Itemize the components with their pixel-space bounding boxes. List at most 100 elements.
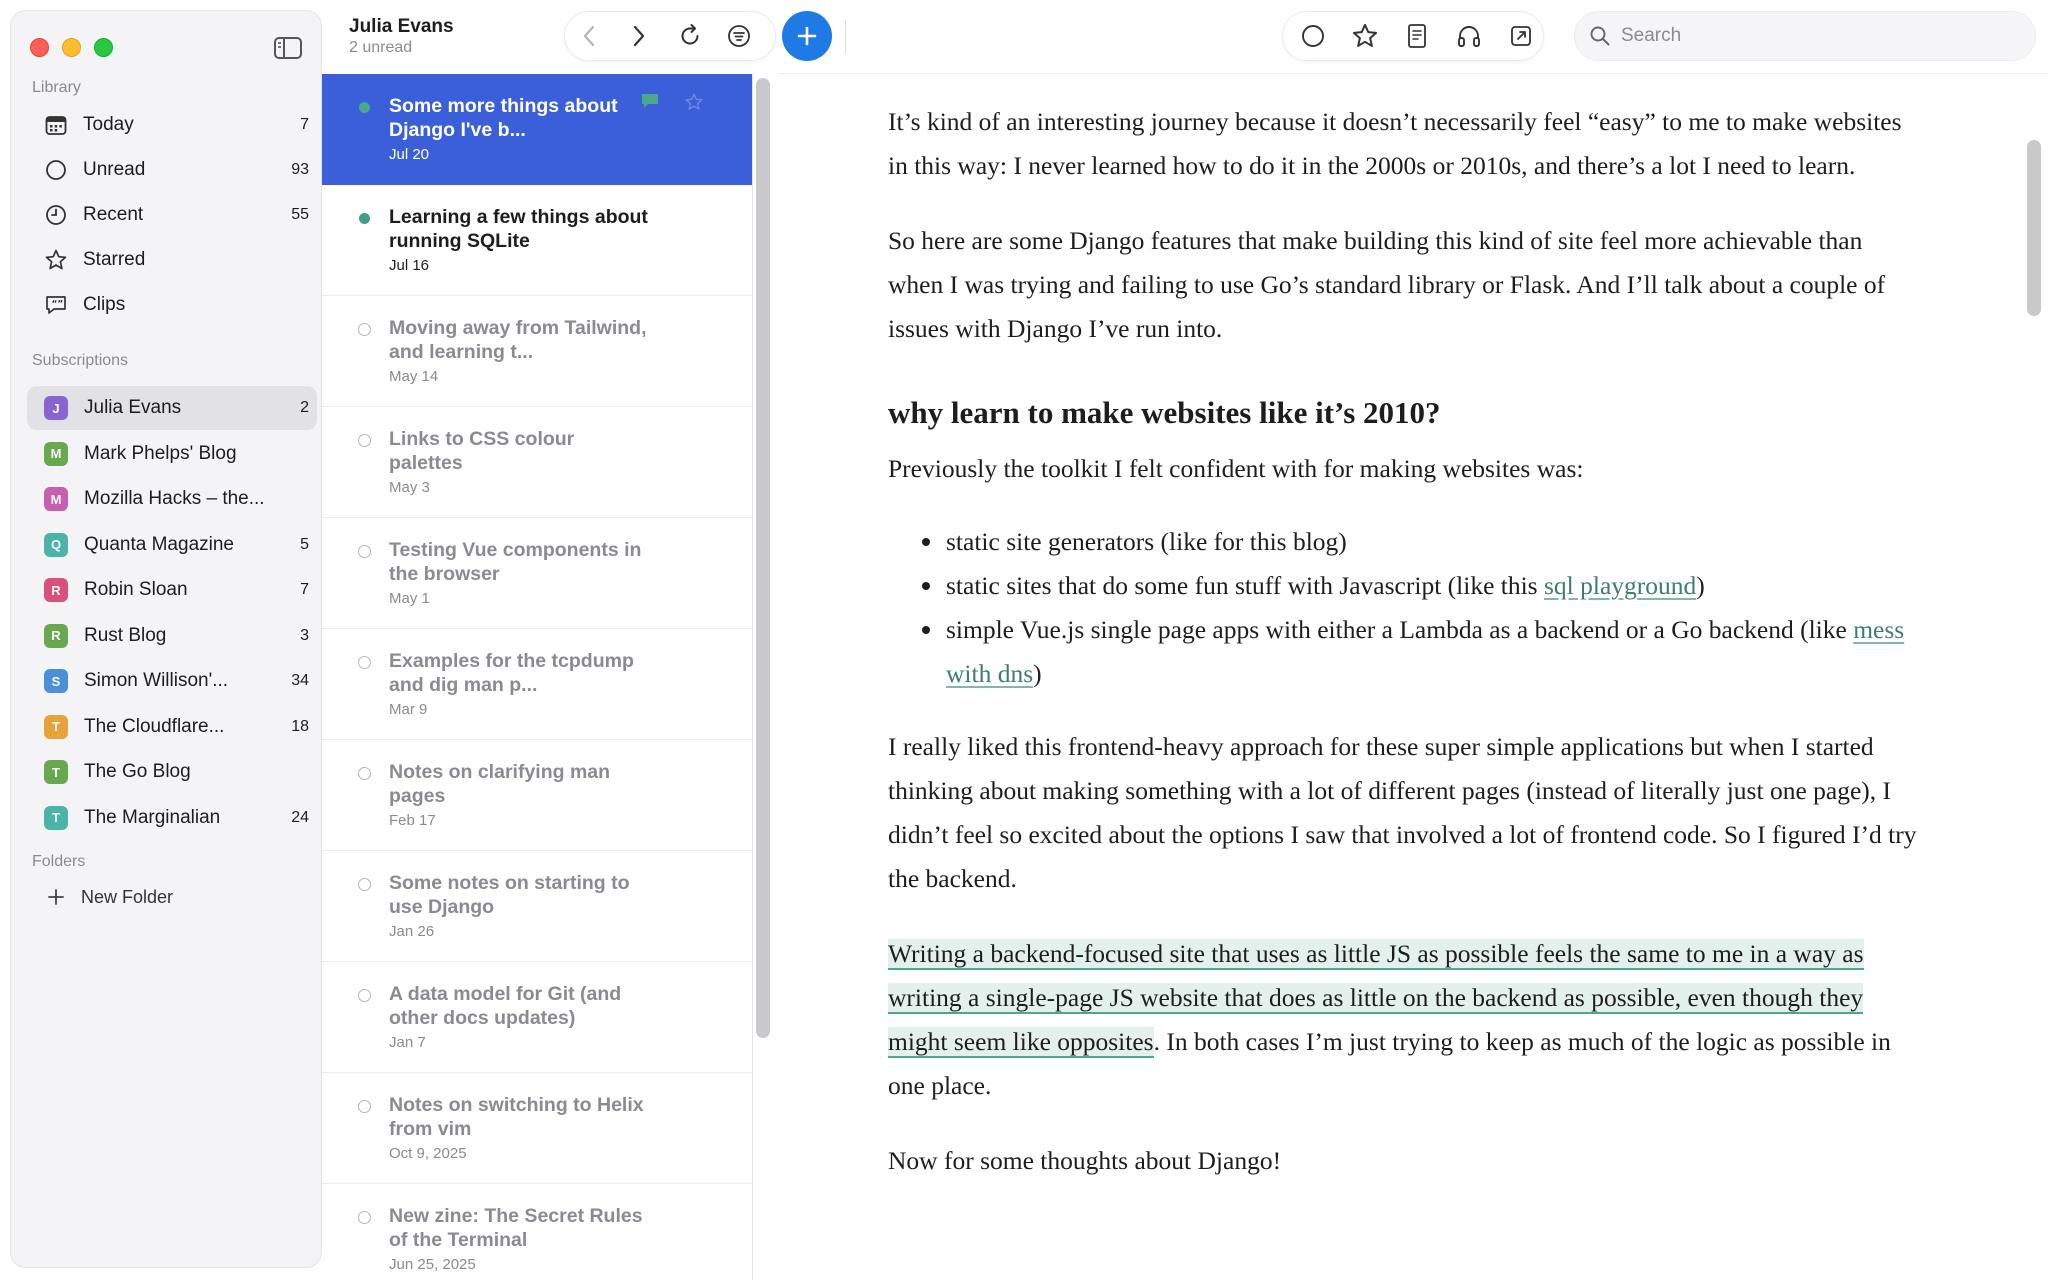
listen-button[interactable] bbox=[1453, 20, 1485, 52]
article-date: Jul 16 bbox=[389, 257, 430, 274]
toolbar-separator bbox=[778, 73, 2048, 74]
list-item-text: static site generators (like for this bl… bbox=[946, 527, 1347, 556]
article-date: May 3 bbox=[389, 479, 430, 496]
sidebar-item-today[interactable]: Today 7 bbox=[27, 103, 317, 147]
article-list-item[interactable]: Notes on clarifying man pages Feb 17 bbox=[322, 740, 752, 851]
list-item-text: ) bbox=[1033, 659, 1042, 688]
sql-playground-link[interactable]: sql playground bbox=[1544, 571, 1696, 600]
article-date: Mar 9 bbox=[389, 701, 428, 718]
sidebar-item-subscription[interactable]: T The Marginalian 24 bbox=[27, 796, 317, 840]
feed-avatar: T bbox=[44, 714, 68, 739]
external-link-icon bbox=[1511, 26, 1531, 46]
article-list-scrollbar[interactable] bbox=[756, 78, 770, 1038]
feed-avatar: Q bbox=[44, 532, 68, 557]
sidebar-item-subscription[interactable]: T The Cloudflare... 18 bbox=[27, 705, 317, 749]
sidebar-item-subscription[interactable]: M Mark Phelps' Blog bbox=[27, 432, 317, 476]
back-button[interactable] bbox=[573, 20, 605, 52]
reader-scrollbar[interactable] bbox=[2027, 140, 2041, 316]
star-icon bbox=[43, 247, 69, 273]
article-list-item[interactable]: Learning a few things about running SQLi… bbox=[322, 185, 752, 296]
chevron-left-icon bbox=[583, 25, 595, 47]
search-input[interactable] bbox=[1621, 25, 2021, 47]
new-folder-label: New Folder bbox=[81, 886, 174, 907]
star-icon bbox=[1352, 23, 1378, 47]
unread-dot-icon bbox=[359, 213, 370, 224]
filter-button[interactable] bbox=[723, 20, 755, 52]
sidebar-item-unread[interactable]: Unread 93 bbox=[27, 148, 317, 192]
article-title: A data model for Git (and other docs upd… bbox=[389, 983, 622, 1029]
article-list-item[interactable]: Testing Vue components in the browser May… bbox=[322, 518, 752, 629]
read-circle-icon bbox=[358, 656, 371, 669]
feed-avatar: T bbox=[44, 805, 68, 830]
sidebar-item-subscription[interactable]: M Mozilla Hacks – the... bbox=[27, 477, 317, 521]
article-list-item[interactable]: Moving away from Tailwind, and learning … bbox=[322, 296, 752, 407]
sidebar-item-count: 24 bbox=[291, 808, 309, 826]
article-list-item[interactable]: Some more things about Django I've b... J… bbox=[322, 74, 752, 185]
feed-avatar: S bbox=[44, 669, 68, 693]
list-item: static site generators (like for this bl… bbox=[922, 520, 1918, 564]
reader-view-button[interactable] bbox=[1401, 20, 1433, 52]
sidebar-item-label: The Cloudflare... bbox=[84, 715, 225, 737]
article-date: Jul 20 bbox=[389, 146, 430, 163]
sidebar-toggle-icon[interactable] bbox=[273, 36, 303, 60]
sidebar-item-label: Mozilla Hacks – the... bbox=[84, 488, 265, 509]
section-heading: why learn to make websites like it’s 201… bbox=[888, 395, 1441, 430]
feed-avatar: R bbox=[44, 578, 68, 602]
star-article-button[interactable] bbox=[1349, 20, 1381, 52]
article-date: May 1 bbox=[389, 590, 430, 607]
article-list-item[interactable]: Links to CSS colour palettes May 3 bbox=[322, 407, 752, 518]
read-circle-icon bbox=[358, 767, 371, 780]
feed-title: Julia Evans bbox=[349, 16, 454, 37]
add-subscription-button[interactable] bbox=[782, 11, 832, 61]
folders-section-label: Folders bbox=[32, 853, 86, 870]
sidebar-item-starred[interactable]: Starred bbox=[27, 238, 317, 282]
paragraph: Previously the toolkit I felt confident … bbox=[888, 454, 1584, 483]
clip-bubble-icon bbox=[642, 94, 658, 108]
article-date: Feb 17 bbox=[389, 812, 436, 829]
search-field[interactable] bbox=[1574, 11, 2036, 61]
zoom-window-button[interactable] bbox=[94, 38, 113, 57]
sidebar-item-subscription[interactable]: T The Go Blog bbox=[27, 750, 317, 794]
sidebar-item-label: Unread bbox=[83, 159, 146, 180]
sidebar-item-label: Recent bbox=[83, 204, 144, 225]
article-list-item[interactable]: New zine: The Secret Rules of the Termin… bbox=[322, 1184, 752, 1280]
svg-text:“”: “” bbox=[52, 300, 64, 310]
read-circle-icon bbox=[358, 1211, 371, 1224]
sidebar-item-subscription[interactable]: S Simon Willison'... 34 bbox=[27, 659, 317, 703]
article-title: Learning a few things about running SQLi… bbox=[389, 206, 648, 252]
article-list-item[interactable]: Some notes on starting to use Django Jan … bbox=[322, 851, 752, 962]
subscriptions-section-label: Subscriptions bbox=[32, 352, 129, 369]
list-item: static sites that do some fun stuff with… bbox=[922, 564, 1918, 608]
paragraph: Writing a backend-focused site that uses… bbox=[888, 932, 1918, 1108]
article-list-item[interactable]: Notes on switching to Helix from vim Oct … bbox=[322, 1073, 752, 1184]
sidebar-item-subscription[interactable]: R Rust Blog 3 bbox=[27, 614, 317, 658]
sidebar-item-label: Robin Sloan bbox=[84, 579, 188, 600]
open-in-browser-button[interactable] bbox=[1505, 20, 1537, 52]
feed-avatar: R bbox=[44, 623, 68, 648]
mark-unread-button[interactable] bbox=[1297, 20, 1329, 52]
article-date: Oct 9, 2025 bbox=[389, 1145, 467, 1162]
article-title: Some notes on starting to use Django bbox=[389, 872, 630, 918]
article-indicators bbox=[640, 92, 704, 112]
article-title: Notes on clarifying man pages bbox=[389, 761, 611, 807]
sidebar-item-subscription[interactable]: R Robin Sloan 7 bbox=[27, 568, 317, 612]
new-folder-button[interactable]: New Folder bbox=[27, 875, 317, 919]
sidebar-item-subscription[interactable]: Q Quanta Magazine 5 bbox=[27, 523, 317, 567]
sidebar-item-count: 2 bbox=[300, 399, 309, 416]
close-window-button[interactable] bbox=[30, 38, 49, 57]
sidebar-item-label: Julia Evans bbox=[84, 397, 182, 418]
sidebar-item-count: 34 bbox=[291, 672, 309, 689]
sidebar-item-recent[interactable]: Recent 55 bbox=[27, 193, 317, 237]
article-date: Jun 25, 2025 bbox=[389, 1256, 476, 1273]
forward-button[interactable] bbox=[623, 20, 655, 52]
article-list-item[interactable]: A data model for Git (and other docs upd… bbox=[322, 962, 752, 1073]
sidebar-item-subscription[interactable]: J Julia Evans 2 bbox=[27, 386, 317, 430]
chevron-right-icon bbox=[633, 25, 645, 47]
article-list-item[interactable]: Examples for the tcpdump and dig man p..… bbox=[322, 629, 752, 740]
library-section-label: Library bbox=[32, 79, 81, 96]
sidebar-item-clips[interactable]: “” Clips bbox=[27, 283, 317, 327]
minimize-window-button[interactable] bbox=[62, 38, 81, 57]
quote-bubble-icon: “” bbox=[43, 292, 69, 318]
refresh-button[interactable] bbox=[674, 20, 706, 52]
article-title: Moving away from Tailwind, and learning … bbox=[389, 317, 647, 363]
